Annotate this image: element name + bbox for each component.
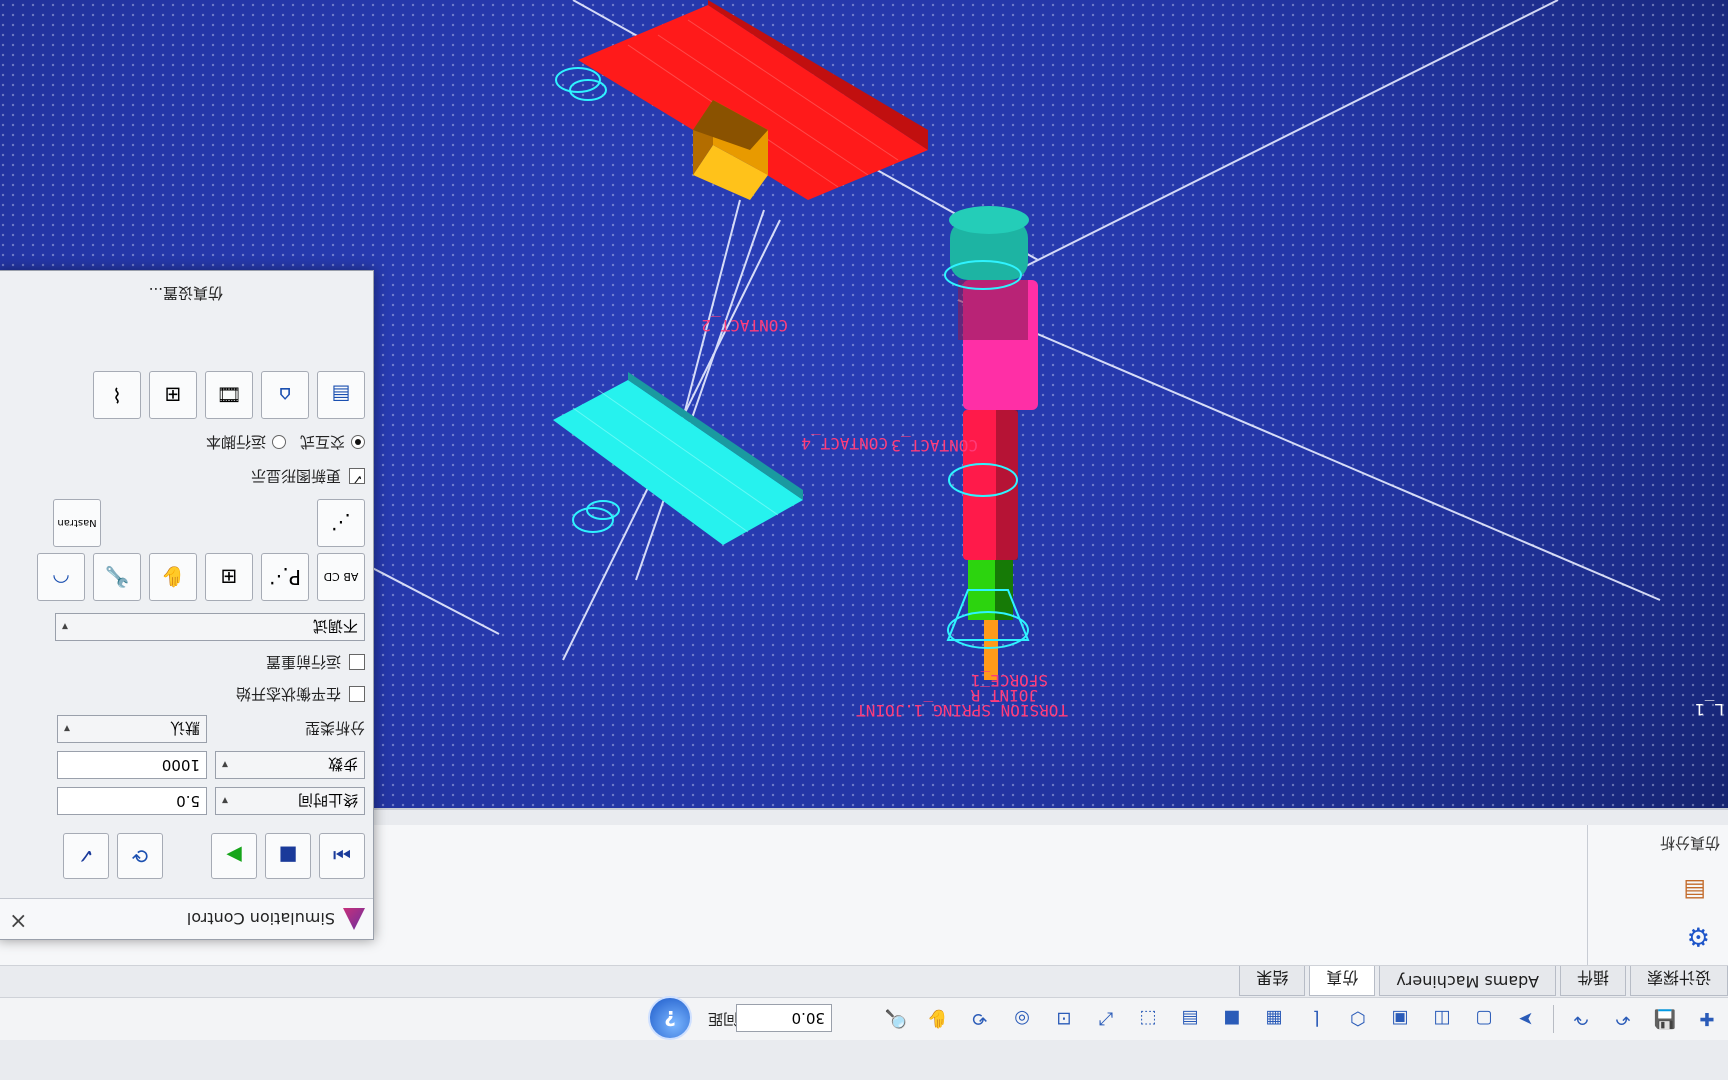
render-mode-icon[interactable]: ■ xyxy=(1217,1004,1247,1034)
toolbar-separator xyxy=(1553,1005,1554,1033)
zoom-extents-icon[interactable]: ⤢ xyxy=(1091,1004,1121,1034)
help-icon[interactable]: ? xyxy=(648,996,692,1040)
analysis-sheet-icon[interactable]: ▤ xyxy=(1683,877,1706,905)
film-icon[interactable]: 🎞 xyxy=(205,371,253,419)
hand-icon[interactable]: ✋ xyxy=(149,553,197,601)
label-contact3: CONTACT_3 xyxy=(891,436,978,455)
interactive-label: 交互式 xyxy=(299,433,345,451)
update-graphics-checkbox[interactable] xyxy=(349,468,365,485)
cyan-plate xyxy=(553,372,803,545)
reset-before-run-label: 运行前重置 xyxy=(265,653,341,671)
ribbon-tabs: 设计探索 插件 Adams Machinery 仿真 结果 xyxy=(1235,966,1728,996)
wrench-icon[interactable]: 🔧 xyxy=(93,553,141,601)
center-icon[interactable]: ◎ xyxy=(1007,1004,1037,1034)
label-contact4: CONTACT_4 xyxy=(801,434,888,453)
save-results-icon[interactable]: ▤ xyxy=(317,371,365,419)
play-to-end-icon[interactable]: ⏭ xyxy=(319,833,365,879)
start-equilibrium-label: 在平衡状态开始 xyxy=(235,685,341,703)
end-time-type-select[interactable]: 终止时间 xyxy=(215,787,365,815)
steps-type-select[interactable]: 步数 xyxy=(215,751,365,779)
playback-row: ⏭ ■ ▶ ⟳ ✓ xyxy=(55,833,365,879)
tab-simulation[interactable]: 仿真 xyxy=(1309,966,1376,996)
add-icon[interactable]: ✚ xyxy=(1692,1004,1722,1034)
reset-before-run-checkbox[interactable] xyxy=(349,654,365,671)
zoom-value-field[interactable]: 30.0 xyxy=(736,1004,832,1032)
grid-toggle-icon[interactable]: ▦ xyxy=(1259,1004,1289,1034)
guide-line xyxy=(679,199,741,431)
steps-row: 步数 1000 xyxy=(57,751,365,779)
save-icon[interactable]: 💾 xyxy=(1650,1004,1680,1034)
analysis-type-row: 分析类型 默认 xyxy=(57,715,365,743)
view-iso-icon[interactable]: ◫ xyxy=(1427,1004,1457,1034)
mode-radio-row: 交互式 运行脚本 xyxy=(206,432,365,453)
reset-icon[interactable]: ⟳ xyxy=(117,833,163,879)
ab-cd-icon[interactable]: AB CD xyxy=(317,553,365,601)
tab-results[interactable]: 结果 xyxy=(1239,966,1306,996)
pan-hand-icon[interactable]: ✋ xyxy=(923,1004,953,1034)
label-joint-r: JOINT_R xyxy=(970,686,1038,705)
tab-plugins[interactable]: 插件 xyxy=(1559,966,1626,996)
dialog-titlebar[interactable]: Simulation Control × xyxy=(0,898,373,939)
analysis-type-label: 分析类型 xyxy=(304,719,365,738)
plot-scatter-icon[interactable]: ⋰ xyxy=(317,499,365,547)
select-arrow-icon[interactable]: ➤ xyxy=(1511,1004,1541,1034)
fit-icon[interactable]: ⬚ xyxy=(1133,1004,1163,1034)
start-equilibrium-checkbox[interactable] xyxy=(349,686,365,703)
plot-plus-icon[interactable]: ⊞ xyxy=(149,371,197,419)
simulation-analysis-group: ⚙ ▤ 仿真分析 xyxy=(1587,825,1728,965)
window-icon[interactable]: ▤ xyxy=(1175,1004,1205,1034)
debug-row: 不调试 xyxy=(55,613,365,641)
coord-system-icon[interactable]: ⌊ xyxy=(1301,1004,1331,1034)
steps-field[interactable]: 1000 xyxy=(57,751,207,779)
view-front-icon[interactable]: ▢ xyxy=(1469,1004,1499,1034)
screen-root: CONTACT_2 CONTACT_3 CONTACT_4 SFORCE_1 T… xyxy=(0,0,1728,1080)
zoom-label: 间距 xyxy=(707,1010,738,1028)
plot-p-icon[interactable]: P⋰ xyxy=(261,553,309,601)
analysis-type-select[interactable]: 默认 xyxy=(57,715,207,743)
zoom-icon[interactable]: 🔍 xyxy=(881,1004,911,1034)
rotated-screen: CONTACT_2 CONTACT_3 CONTACT_4 SFORCE_1 T… xyxy=(0,0,1728,1080)
tab-adams-machinery[interactable]: Adams Machinery xyxy=(1379,966,1556,996)
script-radio[interactable] xyxy=(271,435,286,450)
main-toolbar: ✚ 💾 ↶ ↷ ➤ ▢ ◫ ▣ ⬡ ⌊ ▦ ■ ▤ ⬚ ⤢ ⊡ ◎ ⟲ ✋ 🔍 xyxy=(0,997,1728,1040)
guide-line xyxy=(967,0,1559,296)
update-graphics-row: 更新图形显示 xyxy=(251,466,365,487)
label-contact2: CONTACT_2 xyxy=(701,316,788,335)
tab-design-explore[interactable]: 设计探索 xyxy=(1629,966,1728,996)
zoom-box-icon[interactable]: ⊡ xyxy=(1049,1004,1079,1034)
curve-icon[interactable]: ◠ xyxy=(37,553,85,601)
nastran-icon[interactable]: Nastran xyxy=(53,499,101,547)
check-icon[interactable]: ✓ xyxy=(63,833,109,879)
interactive-radio[interactable] xyxy=(351,435,365,450)
simulation-control-dialog: Simulation Control × ⏭ ■ ▶ ⟳ ✓ 终止时间 5.0 … xyxy=(0,270,374,940)
camera-icon[interactable]: ⌂ xyxy=(261,371,309,419)
end-time-row: 终止时间 5.0 xyxy=(57,787,365,815)
dialog-title: Simulation Control xyxy=(186,909,335,929)
panel-title: 仿真分析 xyxy=(1659,834,1720,852)
gear-icon[interactable]: ⚙ xyxy=(1687,921,1710,951)
rotate-icon[interactable]: ⟲ xyxy=(965,1004,995,1034)
end-time-field[interactable]: 5.0 xyxy=(57,787,207,815)
close-icon[interactable]: × xyxy=(9,908,27,933)
guide-line xyxy=(957,299,1661,601)
view-side-icon[interactable]: ▣ xyxy=(1385,1004,1415,1034)
view-top-icon[interactable]: ⬡ xyxy=(1343,1004,1373,1034)
plot-icon[interactable]: ⊞ xyxy=(205,553,253,601)
start-simulation-icon[interactable]: ▶ xyxy=(211,833,257,879)
update-graphics-label: 更新图形显示 xyxy=(250,467,341,485)
adams-logo-icon xyxy=(343,908,365,930)
label-left-edge: L_1 xyxy=(1695,700,1724,719)
graph-icon[interactable]: ⌇ xyxy=(93,371,141,419)
undo-icon[interactable]: ↶ xyxy=(1608,1004,1638,1034)
script-label: 运行脚本 xyxy=(205,433,266,451)
debug-select[interactable]: 不调试 xyxy=(55,613,365,641)
equilibrium-row: 在平衡状态开始 xyxy=(236,684,365,705)
tool-icons-row: AB CD P⋰ ⊞ ✋ 🔧 ◠ xyxy=(29,553,365,601)
redo-icon[interactable]: ↷ xyxy=(1566,1004,1596,1034)
tool-icons-row-2: ⋰ Nastran xyxy=(45,499,365,547)
simulation-settings-link[interactable]: 仿真设置... xyxy=(149,283,223,304)
bottom-icons-row: ▤ ⌂ 🎞 ⊞ ⌇ xyxy=(85,371,365,419)
stop-icon[interactable]: ■ xyxy=(265,833,311,879)
reset-before-run-row: 运行前重置 xyxy=(266,652,365,673)
